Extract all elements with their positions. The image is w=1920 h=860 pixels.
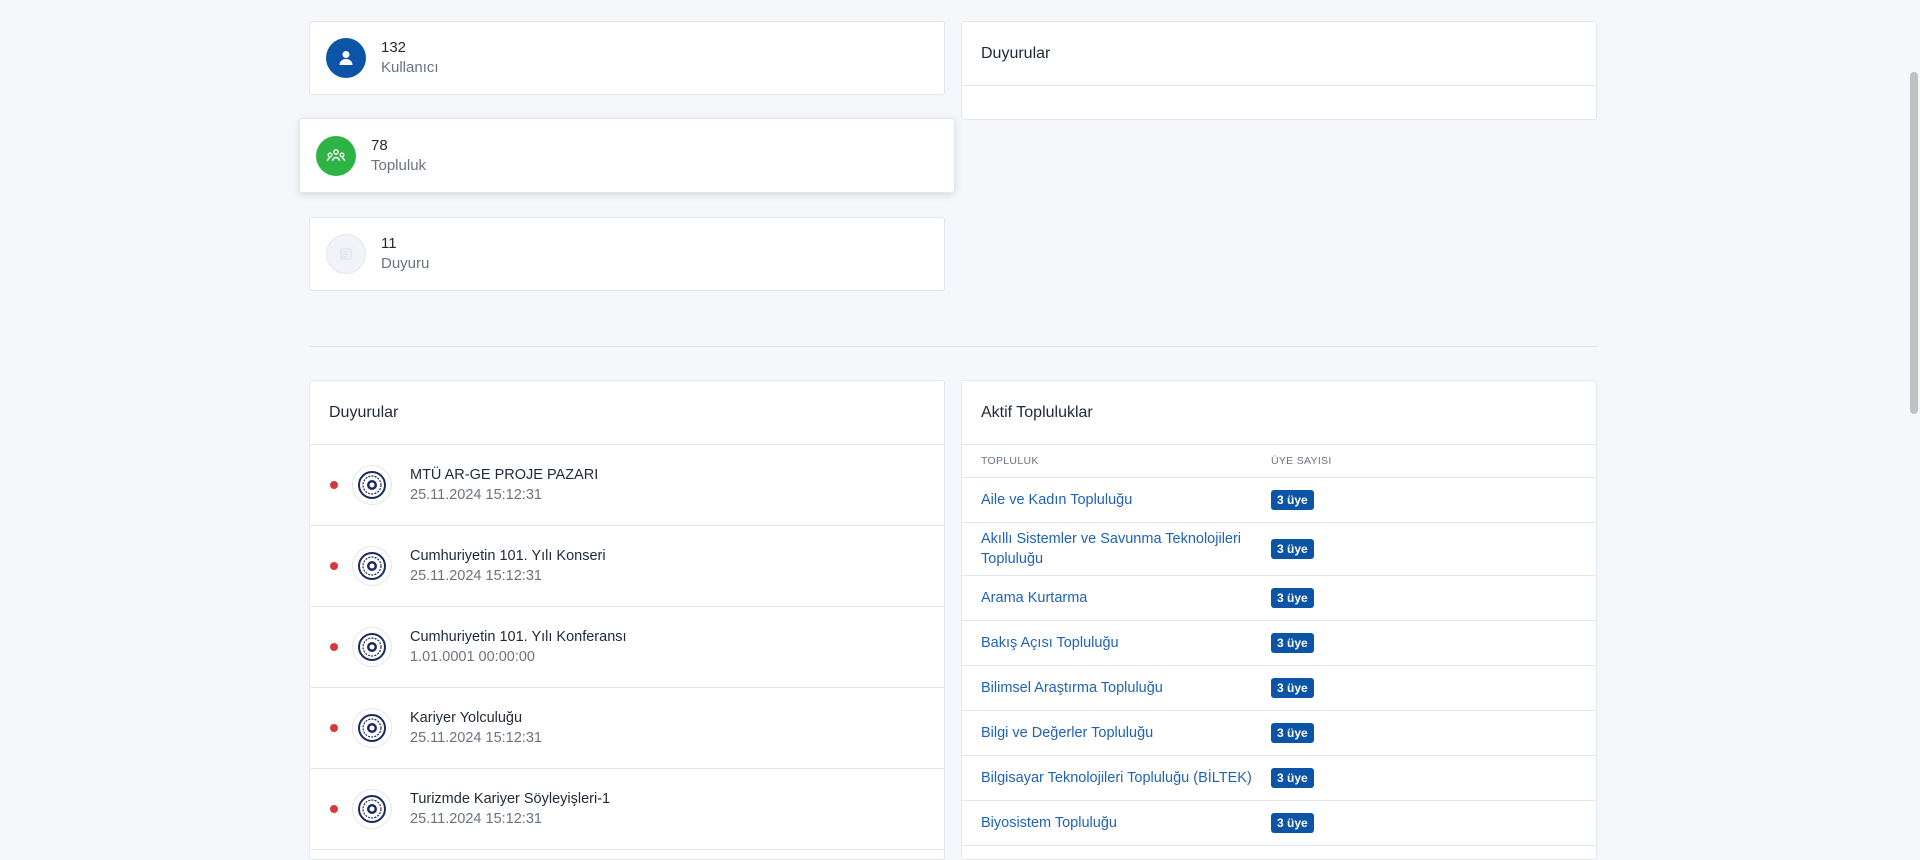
card-title: Duyurular (310, 381, 944, 445)
member-count-badge: 3 üye (1271, 723, 1314, 743)
column-header-community: TOPLULUK (981, 455, 1039, 467)
announcement-title: Cumhuriyetin 101. Yılı Konseri (410, 548, 606, 564)
section-divider (309, 346, 1597, 347)
stat-value: 132 (381, 39, 407, 56)
unread-dot (330, 724, 338, 732)
stat-label: Kullanıcı (381, 59, 439, 76)
announcement-title: Kariyer Yolculuğu (410, 710, 523, 726)
member-count-badge: 3 üye (1271, 490, 1314, 510)
announcements-list-card: Duyurular MTÜ AR-GE PROJE PAZARI 25.11.2… (309, 380, 945, 860)
announcement-icon (326, 234, 366, 274)
university-logo (352, 789, 392, 829)
university-logo (352, 465, 392, 505)
member-count-badge: 3 üye (1271, 633, 1314, 653)
member-count-badge: 3 üye (1271, 678, 1314, 698)
table-row: Arama Kurtarma 3 üye (962, 576, 1596, 621)
announcement-item[interactable]: MTÜ AR-GE PROJE PAZARI 25.11.2024 15:12:… (310, 445, 944, 526)
stat-card-announcements[interactable]: 11 Duyuru (309, 217, 945, 291)
community-link[interactable]: Akıllı Sistemler ve Savunma Teknolojiler… (962, 523, 1271, 575)
stat-card-users[interactable]: 132 Kullanıcı (309, 21, 945, 95)
announcement-date: 25.11.2024 15:12:31 (410, 487, 542, 503)
table-row: Bilimsel Araştırma Topluluğu 3 üye (962, 666, 1596, 711)
unread-dot (330, 562, 338, 570)
scrollbar-thumb[interactable] (1910, 72, 1918, 414)
active-communities-card: Aktif Topluluklar TOPLULUK ÜYE SAYISI Ai… (961, 380, 1597, 860)
stat-value: 11 (381, 235, 397, 252)
community-icon (316, 135, 356, 176)
community-link[interactable]: Bakış Açısı Topluluğu (962, 627, 1271, 659)
community-link[interactable]: Bilgisayar Teknolojileri Topluluğu (BİLT… (962, 762, 1271, 794)
stat-value: 78 (371, 136, 388, 154)
column-header-members: ÜYE SAYISI (1271, 455, 1332, 467)
card-title: Aktif Topluluklar (962, 381, 1596, 445)
unread-dot (330, 481, 338, 489)
announcement-title: Turizmde Kariyer Söyleyişleri-1 (410, 791, 611, 807)
announcement-item[interactable]: Cumhuriyetin 101. Yılı Konferansı 1.01.0… (310, 607, 944, 688)
stat-label: Topluluk (371, 156, 427, 174)
unread-dot (330, 805, 338, 813)
community-link[interactable]: Bilgi ve Değerler Topluluğu (962, 717, 1271, 749)
unread-dot (330, 643, 338, 651)
announcement-date: 25.11.2024 15:12:31 (410, 811, 542, 827)
table-row: Biyosistem Topluluğu 3 üye (962, 801, 1596, 846)
university-logo (352, 627, 392, 667)
member-count-badge: 3 üye (1271, 768, 1314, 788)
announcement-date: 25.11.2024 15:12:31 (410, 730, 542, 746)
community-link[interactable]: Aile ve Kadın Topluluğu (962, 484, 1271, 516)
member-count-badge: 3 üye (1271, 813, 1314, 833)
announcements-widget-top: Duyurular (961, 21, 1597, 120)
member-count-badge: 3 üye (1271, 539, 1314, 559)
announcement-title: MTÜ AR-GE PROJE PAZARI (410, 467, 599, 483)
announcement-title: Cumhuriyetin 101. Yılı Konferansı (410, 629, 627, 645)
announcement-item[interactable]: Cumhuriyetin 101. Yılı Konseri 25.11.202… (310, 526, 944, 607)
table-header: TOPLULUK ÜYE SAYISI (962, 445, 1596, 478)
stat-card-communities[interactable]: 78 Topluluk (299, 118, 955, 193)
table-row: Bakış Açısı Topluluğu 3 üye (962, 621, 1596, 666)
announcement-item[interactable]: Kariyer Yolculuğu 25.11.2024 15:12:31 (310, 688, 944, 769)
table-row: Bilgi ve Değerler Topluluğu 3 üye (962, 711, 1596, 756)
community-link[interactable]: Bilimsel Araştırma Topluluğu (962, 672, 1271, 704)
member-count-badge: 3 üye (1271, 588, 1314, 608)
user-icon (326, 38, 366, 78)
table-row: Bilgisayar Teknolojileri Topluluğu (BİLT… (962, 756, 1596, 801)
announcement-date: 1.01.0001 00:00:00 (410, 649, 535, 665)
announcement-item[interactable]: Turizmde Kariyer Söyleyişleri-1 25.11.20… (310, 769, 944, 850)
university-logo (352, 708, 392, 748)
card-title: Duyurular (962, 22, 1596, 86)
community-link[interactable]: Biyosistem Topluluğu (962, 807, 1271, 839)
announcement-date: 25.11.2024 15:12:31 (410, 568, 542, 584)
community-link[interactable]: Arama Kurtarma (962, 582, 1271, 614)
university-logo (352, 546, 392, 586)
stat-label: Duyuru (381, 255, 430, 272)
table-row: Aile ve Kadın Topluluğu 3 üye (962, 478, 1596, 523)
table-row: Akıllı Sistemler ve Savunma Teknolojiler… (962, 523, 1596, 576)
